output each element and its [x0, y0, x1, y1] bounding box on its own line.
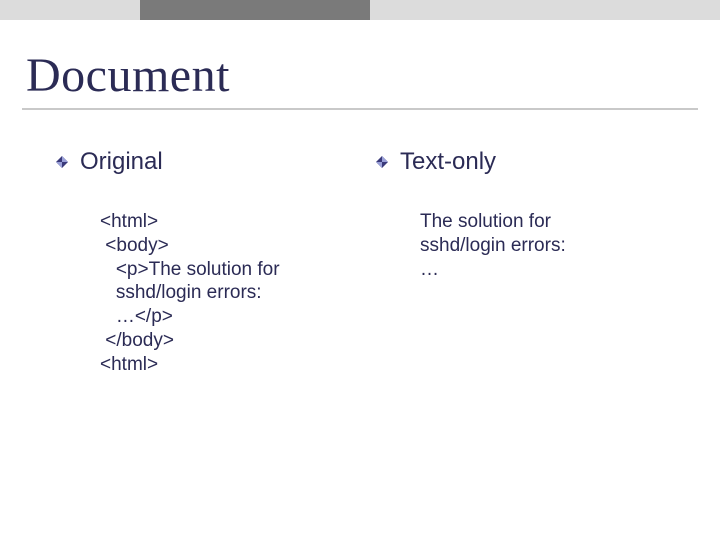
diamond-bullet-icon: [376, 156, 388, 168]
heading-textonly-label: Text-only: [400, 148, 496, 175]
heading-original-label: Original: [80, 148, 163, 175]
diamond-bullet-icon: [56, 156, 68, 168]
heading-textonly: Text-only: [400, 148, 720, 176]
slide-top-bar-accent: [140, 0, 370, 20]
body-original: <html> <body> <p>The solution for sshd/l…: [100, 210, 400, 376]
title-underline: [22, 108, 698, 110]
page-title: Document: [26, 48, 230, 103]
heading-original: Original: [80, 148, 400, 176]
column-textonly: Text-only The solution for sshd/login er…: [400, 148, 720, 281]
column-original: Original <html> <body> <p>The solution f…: [80, 148, 400, 376]
body-textonly: The solution for sshd/login errors: …: [420, 210, 720, 281]
